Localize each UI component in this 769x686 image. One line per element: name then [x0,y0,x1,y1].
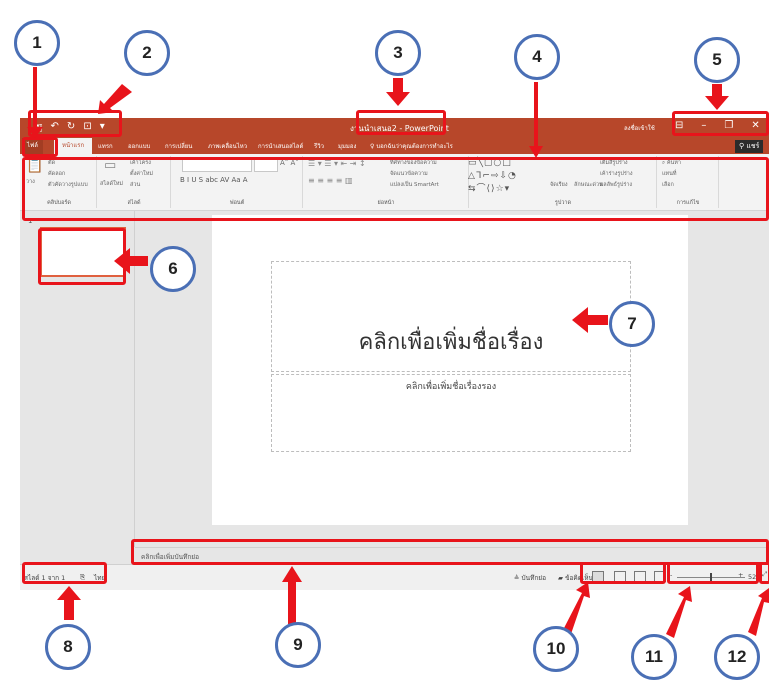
arrow-6-head [114,248,130,274]
callout-7: 7 [609,301,655,347]
callout-8: 8 [45,624,91,670]
arrow-7-head [572,307,588,333]
callout-11: 11 [631,634,677,680]
arrow-6-shaft [130,256,148,266]
arrow-4-shaft [534,82,538,148]
arrow-7-shaft [586,315,608,325]
arrow-10 [563,582,590,634]
arrow-8-shaft [64,598,74,620]
arrow-3-shaft [393,78,403,92]
annotation-arrows [27,67,769,638]
callout-2: 2 [124,30,170,76]
callout-3: 3 [375,30,421,76]
arrow-11 [666,586,692,638]
arrow-8-head [57,586,81,600]
arrow-2 [98,84,132,114]
callout-12: 12 [714,634,760,680]
arrow-12 [748,588,769,636]
arrow-9-shaft [288,580,296,624]
arrow-1-shaft [33,67,37,129]
callout-5: 5 [694,37,740,83]
arrow-5-shaft [712,84,722,96]
callout-10: 10 [533,626,579,672]
callout-1: 1 [14,20,60,66]
arrow-9-head [282,566,302,582]
arrow-5-head [705,96,729,110]
arrow-3-head [386,92,410,106]
callout-6: 6 [150,246,196,292]
callout-9: 9 [275,622,321,668]
callout-4: 4 [514,34,560,80]
arrow-1-head [27,127,43,138]
arrow-4-head [529,146,543,158]
